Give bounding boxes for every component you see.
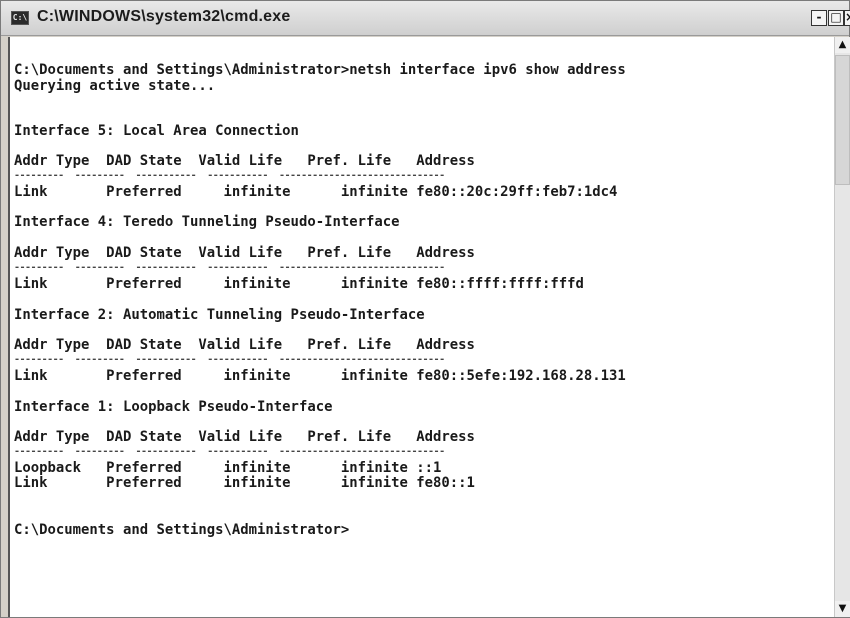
interface-heading: Interface 5: Local Area Connection (14, 123, 299, 139)
close-button[interactable]: × (844, 10, 850, 26)
table-separator: --------- --------- ----------- --------… (14, 170, 445, 181)
console-line-status: Querying active state... (14, 78, 216, 94)
address-row: Loopback Preferred infinite infinite ::1 (14, 460, 442, 476)
maximize-button[interactable]: □ (828, 10, 844, 26)
address-row: Link Preferred infinite infinite fe80::f… (14, 276, 584, 292)
console-output[interactable]: C:\Documents and Settings\Administrator>… (8, 37, 834, 617)
table-separator: --------- --------- ----------- --------… (14, 262, 445, 273)
vertical-scrollbar[interactable]: ▲ ▼ (834, 37, 850, 617)
scrollbar-thumb[interactable] (835, 55, 850, 185)
address-row: Link Preferred infinite infinite fe80::5… (14, 368, 626, 384)
table-header: Addr Type DAD State Valid Life Pref. Lif… (14, 153, 475, 169)
interface-heading: Interface 2: Automatic Tunneling Pseudo-… (14, 307, 425, 323)
console-prompt: C:\Documents and Settings\Administrator> (14, 522, 350, 538)
minimize-button[interactable]: - (811, 10, 827, 26)
cmd-icon[interactable]: C:\ (11, 11, 29, 25)
table-header: Addr Type DAD State Valid Life Pref. Lif… (14, 245, 475, 261)
console-window: C:\ C:\WINDOWS\system32\cmd.exe - □ × C:… (0, 0, 850, 618)
address-row: Link Preferred infinite infinite fe80::1 (14, 475, 475, 491)
scroll-up-arrow-icon[interactable]: ▲ (835, 37, 850, 53)
window-title: C:\WINDOWS\system32\cmd.exe (37, 8, 291, 25)
interface-heading: Interface 4: Teredo Tunneling Pseudo-Int… (14, 214, 400, 230)
title-bar[interactable]: C:\ C:\WINDOWS\system32\cmd.exe - □ × (1, 1, 850, 36)
scroll-down-arrow-icon[interactable]: ▼ (835, 601, 850, 617)
table-separator: --------- --------- ----------- --------… (14, 446, 445, 457)
interface-heading: Interface 1: Loopback Pseudo-Interface (14, 399, 333, 415)
address-row: Link Preferred infinite infinite fe80::2… (14, 184, 618, 200)
console-line-command: C:\Documents and Settings\Administrator>… (14, 62, 626, 78)
table-header: Addr Type DAD State Valid Life Pref. Lif… (14, 429, 475, 445)
table-separator: --------- --------- ----------- --------… (14, 354, 445, 365)
table-header: Addr Type DAD State Valid Life Pref. Lif… (14, 337, 475, 353)
